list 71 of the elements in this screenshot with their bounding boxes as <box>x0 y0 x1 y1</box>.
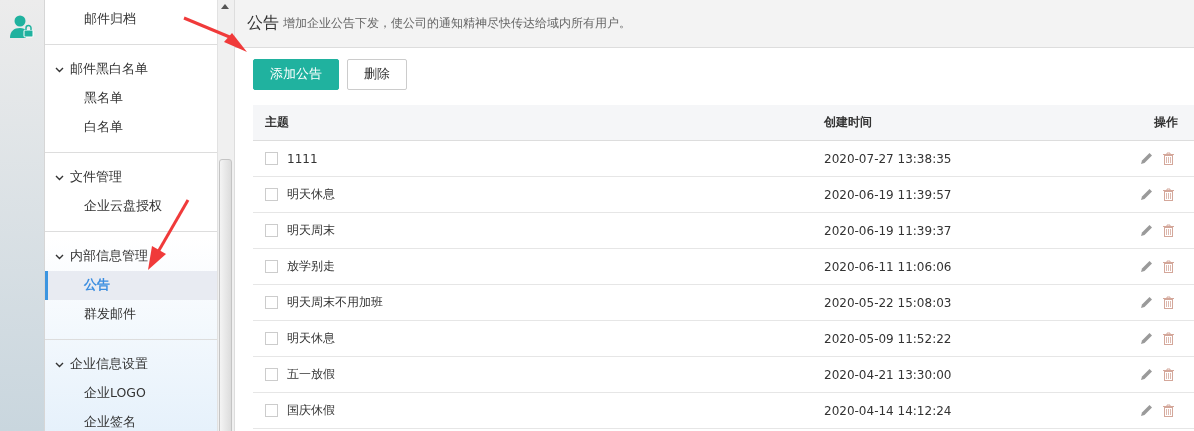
edit-icon[interactable] <box>1140 368 1153 381</box>
row-checkbox[interactable] <box>265 224 278 237</box>
created-time-cell: 2020-07-27 13:38:35 <box>824 151 952 166</box>
subject-cell: 明天周末 <box>287 222 335 239</box>
subject-cell: 明天休息 <box>287 330 335 347</box>
group-header[interactable]: 内部信息管理 <box>45 242 217 271</box>
group-header[interactable]: 企业信息设置 <box>45 350 217 379</box>
sidebar-item[interactable]: 企业LOGO <box>45 379 217 408</box>
subject-cell: 五一放假 <box>287 366 335 383</box>
row-checkbox[interactable] <box>265 332 278 345</box>
edit-icon[interactable] <box>1140 224 1153 237</box>
column-header: 创建时间 <box>824 115 872 129</box>
delete-icon[interactable] <box>1163 296 1174 309</box>
subject-cell: 明天周末不用加班 <box>287 294 383 311</box>
scroll-up-icon[interactable] <box>221 4 229 9</box>
sidebar-item[interactable]: 黑名单 <box>45 84 217 113</box>
delete-icon[interactable] <box>1163 224 1174 237</box>
scrollbar[interactable] <box>217 0 234 431</box>
created-time-cell: 2020-04-21 13:30:00 <box>824 367 952 382</box>
subject-cell: 国庆休假 <box>287 402 335 419</box>
subject-cell: 1111 <box>287 151 318 166</box>
sidebar-item[interactable]: 群发邮件 <box>45 300 217 329</box>
row-checkbox[interactable] <box>265 188 278 201</box>
row-checkbox[interactable] <box>265 404 278 417</box>
created-time-cell: 2020-06-19 11:39:37 <box>824 223 952 238</box>
chevron-icon <box>55 66 64 73</box>
scrollbar-thumb[interactable] <box>219 159 232 431</box>
subject-cell: 明天休息 <box>287 186 335 203</box>
arrow-annotation <box>148 199 190 270</box>
delete-icon[interactable] <box>1163 332 1174 345</box>
user-lock-icon[interactable] <box>10 14 34 38</box>
row-checkbox[interactable] <box>265 368 278 381</box>
arrow-annotation <box>183 16 247 52</box>
column-header: 操作 <box>1154 115 1178 129</box>
row-checkbox[interactable] <box>265 296 278 309</box>
created-time-cell: 2020-04-14 14:12:24 <box>824 403 952 418</box>
row-checkbox[interactable] <box>265 152 278 165</box>
group-header[interactable]: 邮件黑白名单 <box>45 55 217 84</box>
subject-cell: 放学别走 <box>287 258 335 275</box>
column-header: 主题 <box>265 114 289 131</box>
created-time-cell: 2020-05-09 11:52:22 <box>824 331 952 346</box>
delete-icon[interactable] <box>1163 188 1174 201</box>
delete-icon[interactable] <box>1163 368 1174 381</box>
page-description: 增加企业公告下发，使公司的通知精神尽快传达给域内所有用户。 <box>283 15 631 32</box>
edit-icon[interactable] <box>1140 404 1153 417</box>
delete-button[interactable]: 删除 <box>347 59 407 90</box>
edit-icon[interactable] <box>1140 152 1153 165</box>
delete-icon[interactable] <box>1163 404 1174 417</box>
sidebar-item[interactable]: 企业云盘授权 <box>45 192 217 221</box>
edit-icon[interactable] <box>1140 332 1153 345</box>
sidebar-item[interactable]: 企业签名 <box>45 408 217 431</box>
page-title: 公告 <box>247 13 279 34</box>
group-title: 文件管理 <box>70 169 122 186</box>
edit-icon[interactable] <box>1140 260 1153 273</box>
created-time-cell: 2020-06-11 11:06:06 <box>824 259 952 274</box>
group-title: 企业信息设置 <box>70 356 148 373</box>
delete-icon[interactable] <box>1163 152 1174 165</box>
delete-icon[interactable] <box>1163 260 1174 273</box>
chevron-icon <box>55 174 64 181</box>
chevron-icon <box>55 361 64 368</box>
group-title: 内部信息管理 <box>70 248 148 265</box>
edit-icon[interactable] <box>1140 296 1153 309</box>
group-title: 邮件黑白名单 <box>70 61 148 78</box>
row-checkbox[interactable] <box>265 260 278 273</box>
created-time-cell: 2020-05-22 15:08:03 <box>824 295 952 310</box>
created-time-cell: 2020-06-19 11:39:57 <box>824 187 952 202</box>
sidebar-item[interactable]: 白名单 <box>45 113 217 142</box>
chevron-icon <box>55 253 64 260</box>
group-header[interactable]: 文件管理 <box>45 163 217 192</box>
sidebar-item[interactable]: 邮件归档 <box>45 5 217 34</box>
edit-icon[interactable] <box>1140 188 1153 201</box>
